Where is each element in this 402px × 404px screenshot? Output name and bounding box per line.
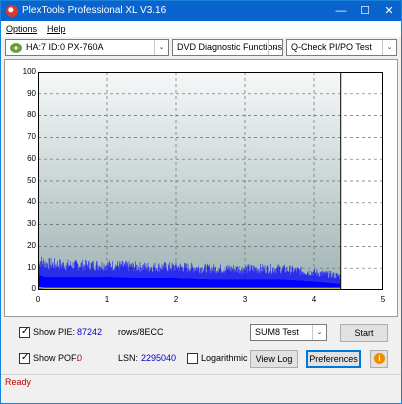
view-log-button[interactable]: View Log	[250, 350, 298, 368]
show-pie-label: Show PIE:	[33, 327, 76, 337]
pof-count-value: 0	[77, 353, 83, 363]
title-bar[interactable]: PlexTools Professional XL V3.16 — ☐ ✕	[1, 1, 401, 21]
show-pof-label: Show POF:	[33, 353, 80, 363]
y-tick-label: 20	[27, 241, 36, 250]
y-tick-label: 60	[27, 154, 36, 163]
show-pie-checkbox[interactable]: ✓	[19, 326, 30, 338]
rows-unit-label: rows/8ECC	[118, 327, 164, 337]
preferences-button[interactable]: Preferences	[306, 350, 361, 368]
app-logo-icon	[6, 5, 18, 17]
disc-drive-icon	[10, 43, 22, 53]
window-title: PlexTools Professional XL V3.16	[22, 5, 167, 16]
menu-options-label: Options	[6, 24, 38, 34]
menu-options[interactable]: Options	[6, 24, 37, 34]
chevron-down-icon[interactable]: ⌄	[382, 40, 396, 55]
y-tick-label: 70	[27, 132, 36, 141]
y-tick-label: 0	[31, 284, 36, 293]
pie-count-value: 87242	[77, 327, 103, 337]
x-tick-label: 2	[173, 295, 179, 304]
show-pof-checkbox[interactable]: ✓	[19, 352, 30, 364]
pi-po-chart	[38, 72, 383, 290]
pof-line	[38, 287, 341, 289]
drive-select[interactable]: HA:7 ID:0 PX-760A ⌄	[5, 39, 169, 56]
sum-test-select-value: SUM8 Test	[255, 327, 299, 337]
toolbar: HA:7 ID:0 PX-760A ⌄ DVD Diagnostic Funct…	[1, 38, 401, 58]
check-icon: ✓	[21, 326, 30, 337]
info-icon: i	[374, 353, 385, 364]
y-tick-label: 40	[27, 197, 36, 206]
app-window: PlexTools Professional XL V3.16 — ☐ ✕ Op…	[0, 0, 402, 404]
test-select[interactable]: Q-Check PI/PO Test ⌄	[286, 39, 397, 56]
sum-test-select[interactable]: SUM8 Test ⌄	[250, 324, 327, 341]
y-tick-label: 80	[27, 110, 36, 119]
x-tick-label: 5	[380, 295, 386, 304]
start-button[interactable]: Start	[340, 324, 388, 342]
menu-help-label: Help	[47, 24, 66, 34]
minimize-icon[interactable]: —	[329, 1, 353, 21]
lsn-label: LSN:	[118, 353, 139, 363]
drive-select-value: HA:7 ID:0 PX-760A	[26, 42, 104, 52]
test-select-value: Q-Check PI/PO Test	[291, 42, 372, 52]
info-button[interactable]: i	[370, 350, 388, 368]
y-tick-label: 90	[27, 89, 36, 98]
chart-panel: 100 90 80 70 60 50 40 30 20 10 0 0 1 2 3…	[4, 59, 398, 317]
menu-help[interactable]: Help	[47, 24, 66, 34]
menu-bar: Options Help	[1, 21, 401, 37]
logarithmic-label: Logarithmic	[201, 353, 248, 363]
y-tick-label: 50	[27, 176, 36, 185]
x-tick-label: 4	[311, 295, 317, 304]
function-select-value: DVD Diagnostic Functions	[177, 42, 283, 52]
function-select[interactable]: DVD Diagnostic Functions ⌄	[172, 39, 283, 56]
check-icon: ✓	[21, 352, 30, 363]
chevron-down-icon[interactable]: ⌄	[312, 325, 326, 340]
y-tick-label: 10	[27, 263, 36, 272]
lsn-value: 2295040	[141, 353, 177, 363]
x-tick-label: 0	[35, 295, 41, 304]
close-icon[interactable]: ✕	[377, 1, 401, 21]
x-tick-label: 1	[104, 295, 110, 304]
chevron-down-icon[interactable]: ⌄	[154, 40, 168, 55]
plot-background	[38, 72, 383, 290]
y-tick-label: 100	[22, 67, 36, 76]
logarithmic-checkbox[interactable]	[187, 353, 198, 364]
controls-panel: ✓ Show PIE: 87242 rows/8ECC ✓ Show POF: …	[1, 319, 401, 373]
maximize-icon[interactable]: ☐	[353, 1, 377, 21]
chevron-down-icon[interactable]: ⌄	[268, 40, 282, 55]
x-tick-label: 3	[242, 295, 248, 304]
status-text: Ready	[5, 377, 32, 387]
status-bar: Ready	[1, 374, 401, 388]
y-tick-label: 30	[27, 219, 36, 228]
